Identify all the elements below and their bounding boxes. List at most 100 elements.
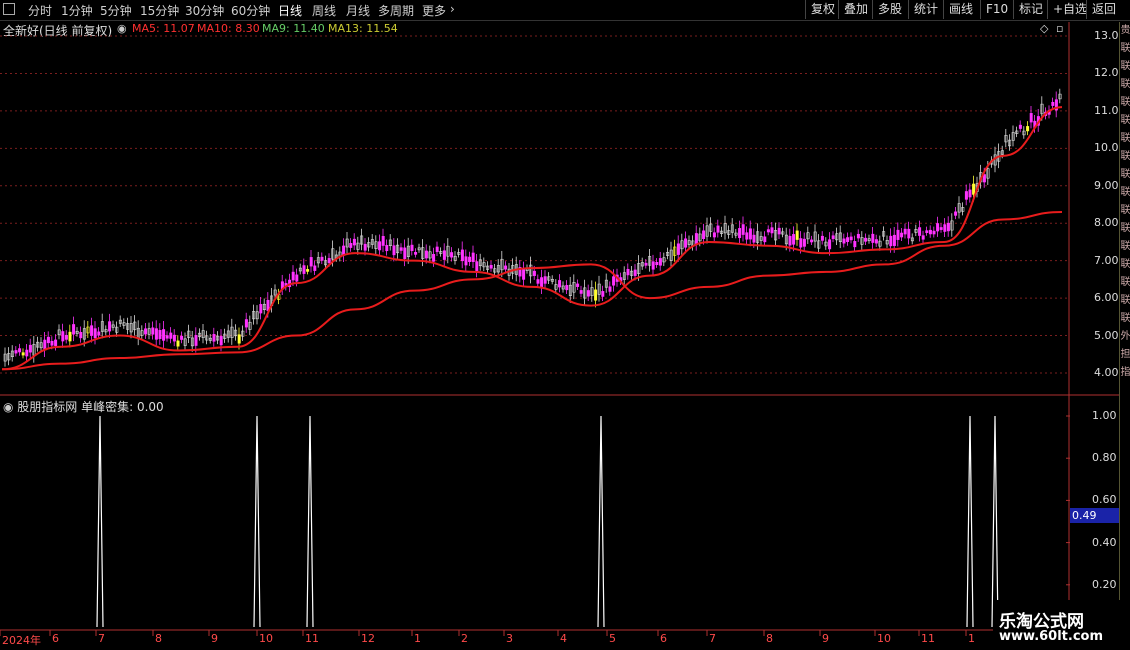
candle	[464, 256, 468, 266]
candle	[475, 261, 479, 271]
price-tick-label: 8.00	[1094, 216, 1119, 230]
date-tick-label: 1	[414, 632, 421, 645]
candle	[694, 233, 698, 244]
candle	[219, 336, 223, 346]
candle	[93, 328, 97, 339]
candle	[460, 249, 464, 262]
side-strip-char: 担	[1120, 349, 1130, 360]
candle	[327, 258, 331, 263]
candle	[684, 238, 688, 248]
candle	[903, 228, 907, 235]
candle	[716, 225, 720, 233]
candle	[169, 332, 173, 339]
candle	[770, 227, 774, 234]
candle	[925, 230, 929, 233]
candle	[158, 330, 162, 339]
candle	[90, 325, 94, 336]
signal-spike	[96, 415, 104, 628]
side-strip-char: 联	[1120, 115, 1130, 126]
candle	[21, 352, 25, 356]
candle	[939, 227, 943, 230]
candle	[846, 237, 850, 242]
candle	[586, 290, 590, 297]
side-strip-char: 联	[1120, 61, 1130, 72]
indicator-dropdown-icon[interactable]: ◉	[3, 400, 17, 414]
candlestick-series	[3, 88, 1062, 367]
candle	[576, 283, 580, 287]
indicator-tick-label: 0.40	[1092, 535, 1117, 549]
candle	[108, 321, 112, 332]
candle	[921, 235, 925, 240]
candle	[504, 265, 508, 270]
candle	[363, 243, 367, 251]
candle	[864, 237, 868, 242]
candle	[968, 189, 972, 198]
candle	[943, 224, 947, 232]
site-watermark: 乐淘公式网 www.60lt.com	[993, 600, 1130, 650]
ma-mid-line	[1, 106, 1063, 371]
candle	[165, 335, 169, 339]
price-tick-label: 6.00	[1094, 291, 1119, 305]
candle	[489, 265, 493, 269]
candle	[954, 211, 958, 216]
candle	[712, 232, 716, 238]
candle	[414, 252, 418, 255]
date-tick-label: 10	[877, 632, 891, 645]
candle	[313, 265, 317, 271]
candle	[853, 241, 857, 248]
window-icon[interactable]: ▫	[1056, 22, 1063, 35]
diamond-icon[interactable]: ◇	[1040, 22, 1048, 35]
candle	[306, 269, 310, 272]
candle	[964, 191, 968, 200]
candle	[874, 239, 878, 244]
candle	[644, 262, 648, 266]
cursor-value-badge: 0.49	[1070, 508, 1120, 523]
candle	[820, 235, 824, 241]
side-info-strip[interactable]: 贵联联联联联联联联联联联联联联联联外担指	[1119, 22, 1130, 632]
side-strip-char: 联	[1120, 259, 1130, 270]
candle	[896, 229, 900, 240]
candle	[651, 261, 655, 270]
signal-spike	[991, 415, 999, 628]
date-tick-label: 6	[660, 632, 667, 645]
moving-average-series	[1, 106, 1063, 371]
candle	[633, 269, 637, 276]
candle	[1026, 126, 1030, 132]
candle	[741, 224, 745, 235]
candle	[1029, 113, 1033, 123]
candle	[900, 232, 904, 238]
candle	[403, 247, 407, 259]
chart-area[interactable]	[0, 0, 1130, 650]
signal-spike	[306, 415, 314, 628]
date-tick-label: 11	[921, 632, 935, 645]
side-strip-char: 联	[1120, 277, 1130, 288]
side-strip-char: 外	[1120, 331, 1130, 342]
candle	[849, 236, 853, 241]
date-tick-label: 9	[822, 632, 829, 645]
candle	[399, 247, 403, 251]
candle	[244, 319, 248, 328]
date-tick-label: 11	[305, 632, 319, 645]
candle	[151, 327, 155, 335]
side-strip-char: 指	[1120, 367, 1130, 378]
candle	[432, 254, 436, 262]
side-strip-char: 联	[1120, 43, 1130, 54]
candle	[918, 227, 922, 236]
watermark-url: www.60lt.com	[999, 629, 1104, 644]
date-tick-label: 5	[609, 632, 616, 645]
signal-spike	[597, 415, 605, 628]
candle	[612, 276, 616, 286]
candle	[676, 243, 680, 255]
price-tick-label: 9.00	[1094, 178, 1119, 192]
candle	[64, 334, 68, 340]
indicator-tick-label: 0.60	[1092, 493, 1117, 507]
candle	[302, 265, 306, 274]
candle	[424, 250, 428, 259]
candle	[410, 244, 414, 251]
indicator-tick-label: 0.20	[1092, 577, 1117, 591]
signal-series	[96, 415, 999, 628]
candle	[745, 232, 749, 240]
candle	[889, 235, 893, 247]
candle	[532, 270, 536, 276]
candle	[450, 252, 454, 258]
